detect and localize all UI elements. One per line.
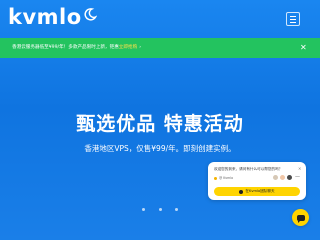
menu-line	[290, 18, 296, 20]
avatar	[279, 174, 286, 181]
avatar	[272, 174, 279, 181]
hamburger-menu-icon[interactable]	[286, 12, 300, 26]
menu-line	[290, 21, 296, 23]
promo-message: 香港云服务器低至¥99/年！多款产品限时上新，钜惠	[12, 45, 119, 50]
carousel-dot[interactable]	[175, 208, 178, 211]
chat-bubble-icon	[296, 214, 305, 223]
promo-text: 香港云服务器低至¥99/年！多款产品限时上新，钜惠立即抢购 ›	[12, 44, 141, 52]
status-dot	[214, 177, 217, 180]
chat-team-name: @ Kvmlo	[219, 175, 234, 180]
menu-line	[290, 15, 296, 17]
hero-title: 甄选优品 特惠活动	[76, 113, 244, 135]
promo-banner: 香港云服务器低至¥99/年！多款产品限时上新，钜惠立即抢购 › ✕	[0, 38, 320, 58]
chat-message: 欢迎您的到来，请问有什么可以帮您的吗？	[214, 167, 283, 171]
close-icon[interactable]: ✕	[298, 166, 301, 171]
chat-launcher-button[interactable]	[292, 209, 309, 226]
carousel-dot[interactable]	[142, 208, 145, 211]
page: kvmlo 香港云服务器低至¥99/年！多款产品限时上新，钜惠立即抢购 › ✕ 甄…	[0, 0, 320, 240]
chevron-right-icon: ›	[139, 45, 142, 50]
moon-icon	[84, 8, 97, 21]
logo-text: kvmlo	[8, 5, 82, 29]
carousel-dots	[142, 208, 178, 212]
avatar	[286, 174, 293, 181]
start-chat-button[interactable]: 在Kvmlo团队聊天	[214, 187, 300, 196]
chat-team-row: @ Kvmlo —	[214, 174, 304, 182]
start-chat-label: 在Kvmlo团队聊天	[245, 189, 275, 193]
chat-widget: 欢迎您的到来，请问有什么可以帮您的吗？ ✕ @ Kvmlo — 在Kvmlo团队…	[208, 162, 306, 200]
promo-link[interactable]: 立即抢购	[119, 45, 137, 50]
close-icon[interactable]: ✕	[300, 43, 307, 53]
site-logo[interactable]: kvmlo	[8, 5, 97, 29]
top-nav: kvmlo	[0, 0, 320, 36]
hero-subtitle: 香港地区VPS，仅售¥99/年。即刻创建实例。	[84, 144, 236, 153]
carousel-dot[interactable]	[158, 208, 162, 211]
chat-icon	[239, 189, 244, 194]
more-text: —	[295, 174, 300, 180]
